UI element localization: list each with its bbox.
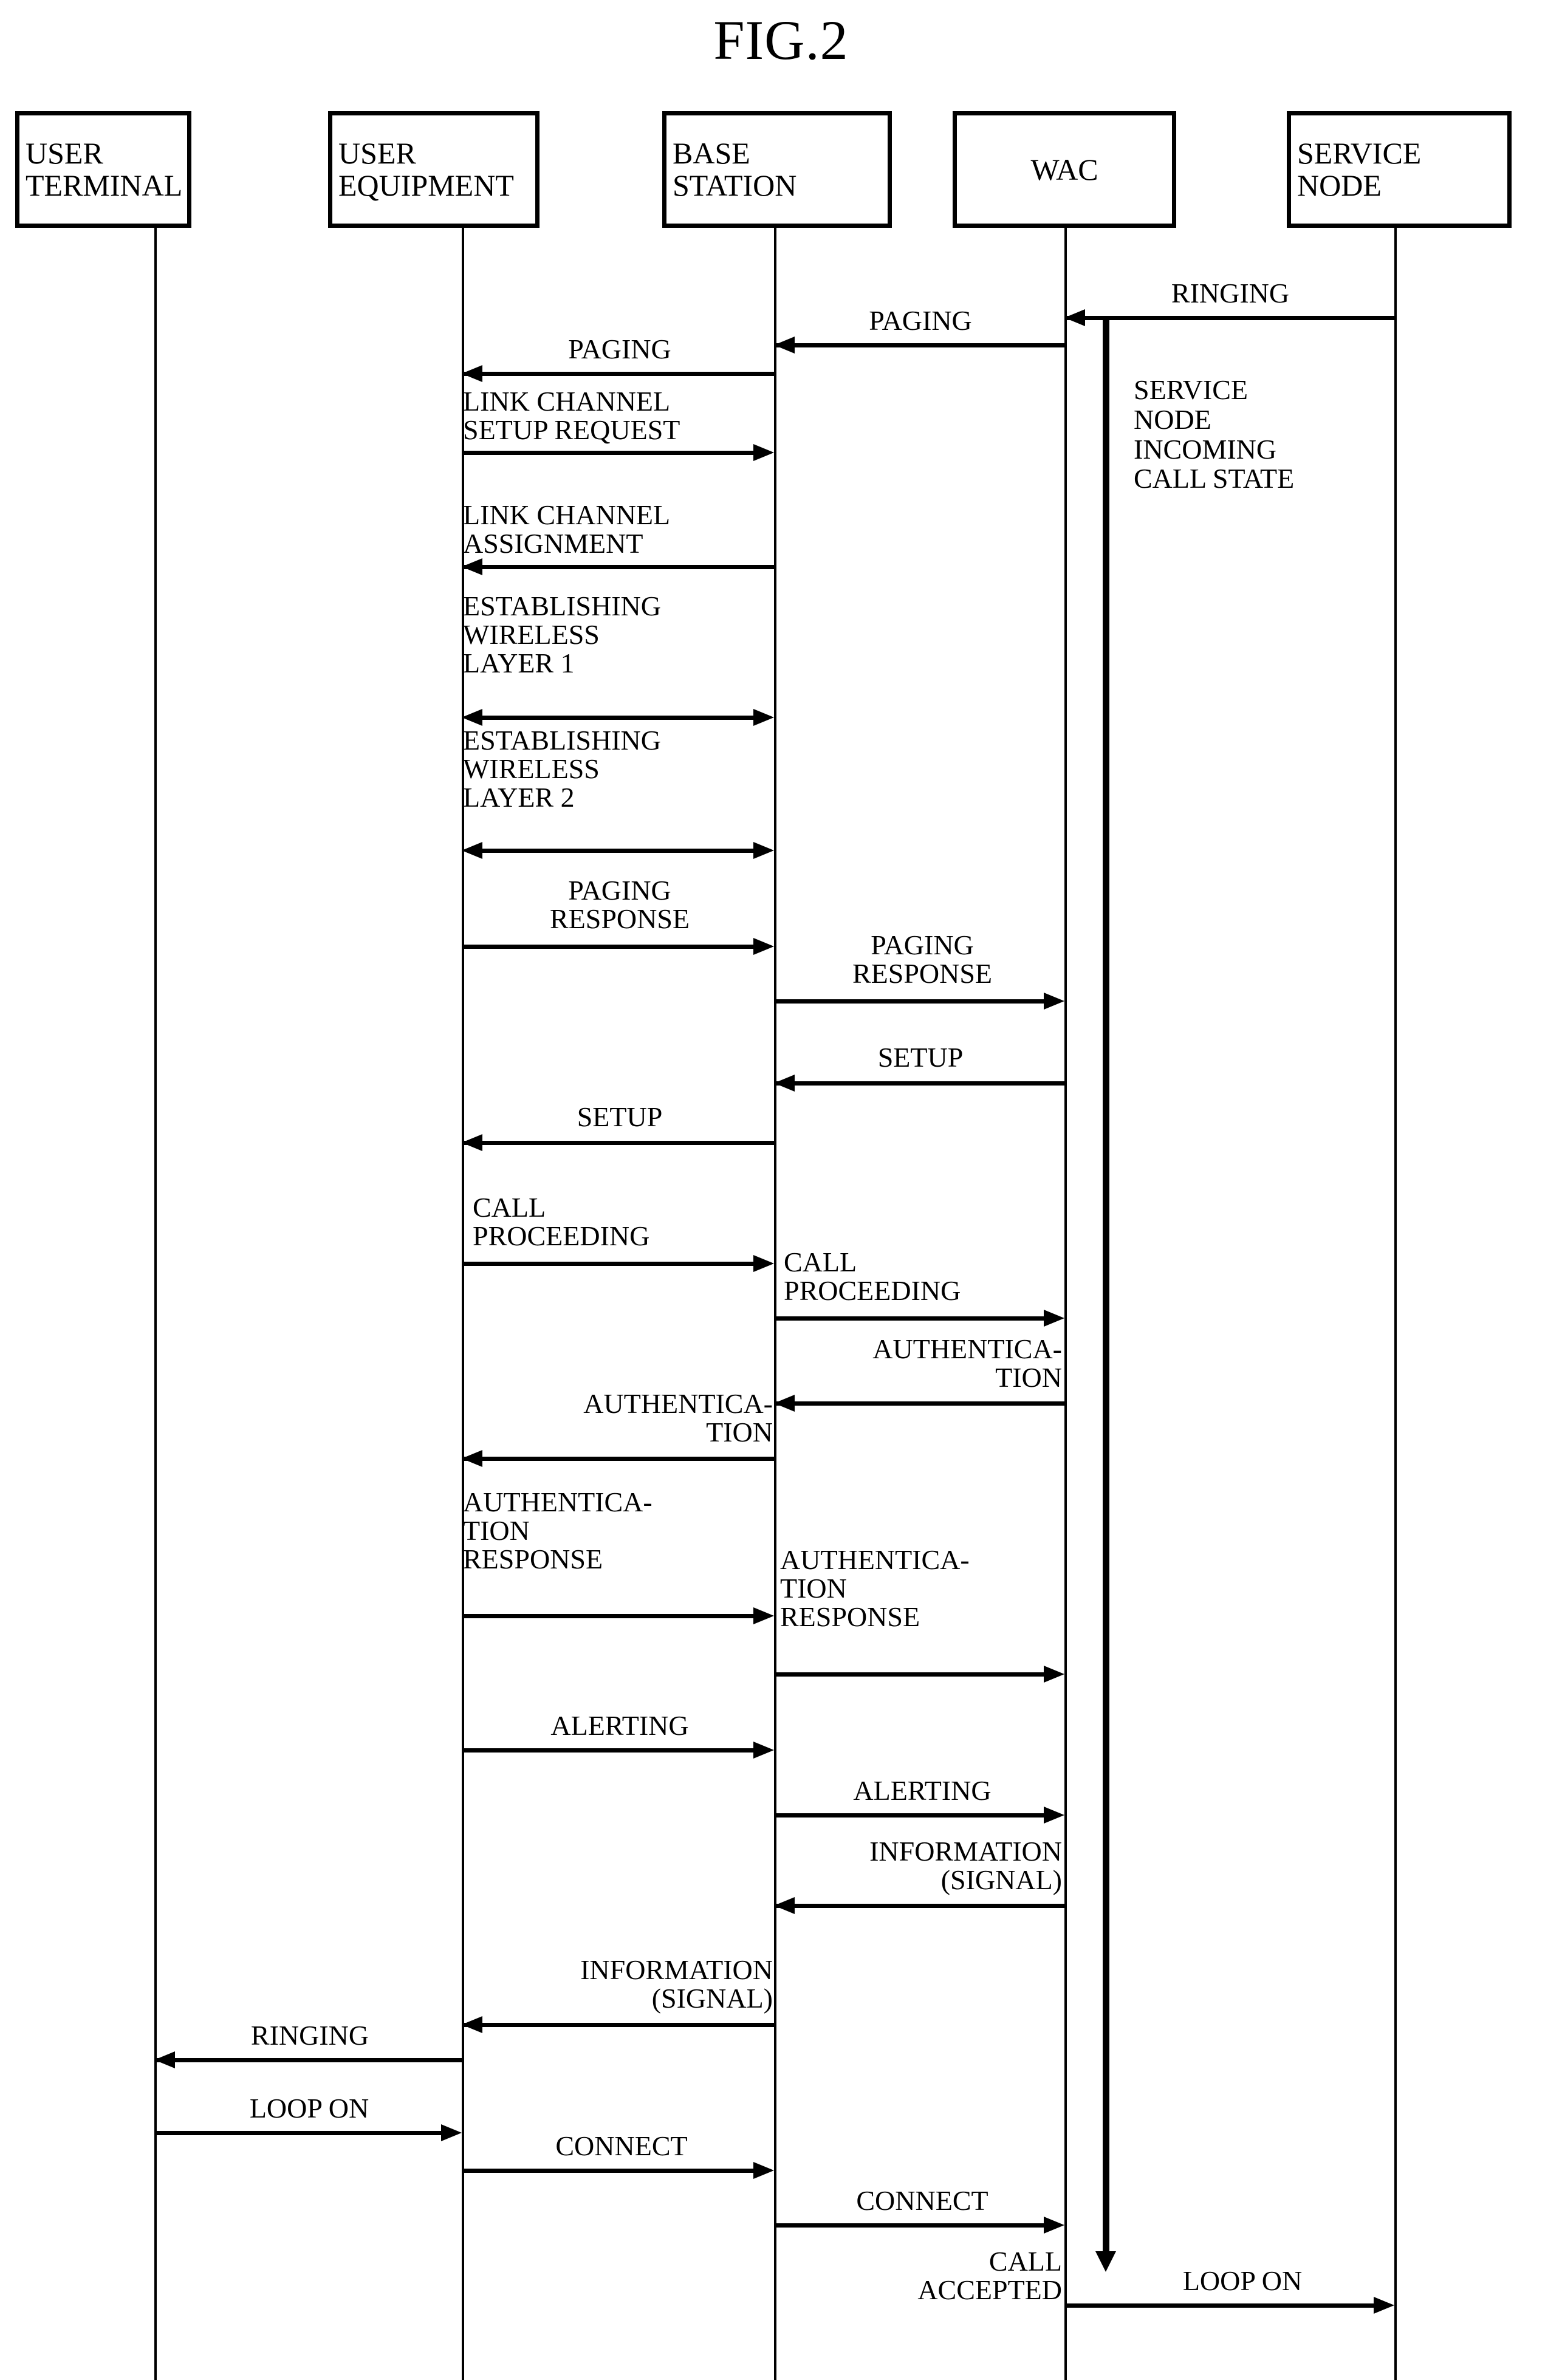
label-authentication-wac-bs: AUTHENTICA- TION <box>872 1333 1062 1393</box>
arrowhead-right-icon <box>753 2162 774 2179</box>
arrowhead-left-icon <box>462 1450 482 1467</box>
actor-label-user-equipment: USER EQUIPMENT <box>338 136 514 202</box>
arrowhead-right-icon <box>753 938 774 955</box>
label-call-proceeding-ue-bs: CALL PROCEEDING <box>473 1192 650 1251</box>
arrowhead-right-icon <box>1044 993 1064 1010</box>
label-setup-bs-ue: SETUP <box>577 1101 663 1132</box>
label-authentication-response-bs-wac: AUTHENTICA- TION RESPONSE <box>780 1544 970 1632</box>
label-paging-bs-ue: PAGING <box>568 333 671 364</box>
note-service-node-incoming-call-state: SERVICE NODE INCOMING CALL STATE <box>1134 374 1295 494</box>
actor-label-wac: WAC <box>1030 152 1098 186</box>
arrowhead-left-icon <box>774 1075 795 1092</box>
label-information-signal-wac-bs: INFORMATION (SIGNAL) <box>869 1836 1062 1895</box>
arrowhead-right-icon <box>753 1255 774 1272</box>
label-information-signal-bs-ue: INFORMATION (SIGNAL) <box>580 1954 773 2014</box>
actor-label-base-station: BASE STATION <box>673 136 797 202</box>
arrowhead-right-icon <box>1044 1666 1064 1683</box>
actor-label-service-node: SERVICE NODE <box>1297 136 1422 202</box>
label-establishing-wireless-layer-2: ESTABLISHING WIRELESS LAYER 2 <box>463 725 661 813</box>
figure-title: FIG.2 <box>713 9 849 71</box>
arrowhead-left-icon <box>462 709 482 726</box>
label-alerting-bs-wac: ALERTING <box>853 1775 992 1806</box>
arrowhead-right-icon <box>753 842 774 859</box>
label-call-proceeding-bs-wac: CALL PROCEEDING <box>784 1246 961 1306</box>
label-link-channel-setup-request: LINK CHANNEL SETUP REQUEST <box>463 386 680 445</box>
arrowhead-left-icon <box>774 1897 795 1914</box>
label-paging-response-ue-bs: PAGING RESPONSE <box>549 875 690 934</box>
arrowhead-right-icon <box>1044 1807 1064 1824</box>
actor-box-user-terminal: USER TERMINAL <box>15 111 191 228</box>
arrowhead-right-icon <box>1374 2297 1394 2314</box>
label-loop-on-ut-ue: LOOP ON <box>249 2093 369 2124</box>
actor-box-base-station: BASE STATION <box>662 111 892 228</box>
arrowhead-right-icon <box>1044 2217 1064 2234</box>
arrowhead-right-icon <box>753 709 774 726</box>
label-ringing-ue-ut: RINGING <box>250 2020 369 2051</box>
arrowhead-left-icon <box>774 337 795 354</box>
arrowhead-left-icon <box>1064 309 1085 326</box>
actor-box-service-node: SERVICE NODE <box>1287 111 1512 228</box>
label-ringing-sn-wac: RINGING <box>1171 278 1290 309</box>
label-link-channel-assignment: LINK CHANNEL ASSIGNMENT <box>463 499 671 559</box>
arrowhead-right-icon <box>753 1607 774 1624</box>
label-authentication-bs-ue: AUTHENTICA- TION <box>583 1388 773 1448</box>
service-node-activation-bar <box>1103 316 1109 2259</box>
arrowhead-left-icon <box>462 558 482 575</box>
arrowhead-left-icon <box>462 365 482 382</box>
arrowhead-left-icon <box>462 842 482 859</box>
actor-label-user-terminal: USER TERMINAL <box>26 136 183 202</box>
label-call-accepted: CALL ACCEPTED <box>917 2246 1062 2305</box>
arrowhead-right-icon <box>441 2124 462 2141</box>
label-authentication-response-ue-bs: AUTHENTICA- TION RESPONSE <box>463 1486 653 1575</box>
label-paging-response-bs-wac: PAGING RESPONSE <box>852 929 993 989</box>
arrowhead-left-icon <box>154 2051 175 2068</box>
label-loop-on-wac-sn: LOOP ON <box>1182 2265 1303 2296</box>
lifeline-service-node <box>1394 228 1397 2380</box>
actor-box-wac: WAC <box>953 111 1176 228</box>
arrowhead-left-icon <box>462 1134 482 1151</box>
arrowhead-left-icon <box>774 1395 795 1412</box>
label-setup-wac-bs: SETUP <box>877 1042 964 1073</box>
label-alerting-ue-bs: ALERTING <box>550 1710 689 1741</box>
label-connect-bs-wac: CONNECT <box>856 2185 988 2216</box>
arrowhead-left-icon <box>462 2016 482 2033</box>
arrowhead-right-icon <box>753 1742 774 1759</box>
arrowhead-right-icon <box>753 444 774 461</box>
figure-canvas: FIG.2 USER TERMINAL USER EQUIPMENT BASE … <box>0 0 1562 2380</box>
label-paging-wac-bs: PAGING <box>869 305 972 336</box>
arrowhead-right-icon <box>1044 1310 1064 1327</box>
label-connect-ue-bs: CONNECT <box>555 2130 688 2161</box>
label-establishing-wireless-layer-1: ESTABLISHING WIRELESS LAYER 1 <box>463 590 661 679</box>
actor-box-user-equipment: USER EQUIPMENT <box>328 111 540 228</box>
